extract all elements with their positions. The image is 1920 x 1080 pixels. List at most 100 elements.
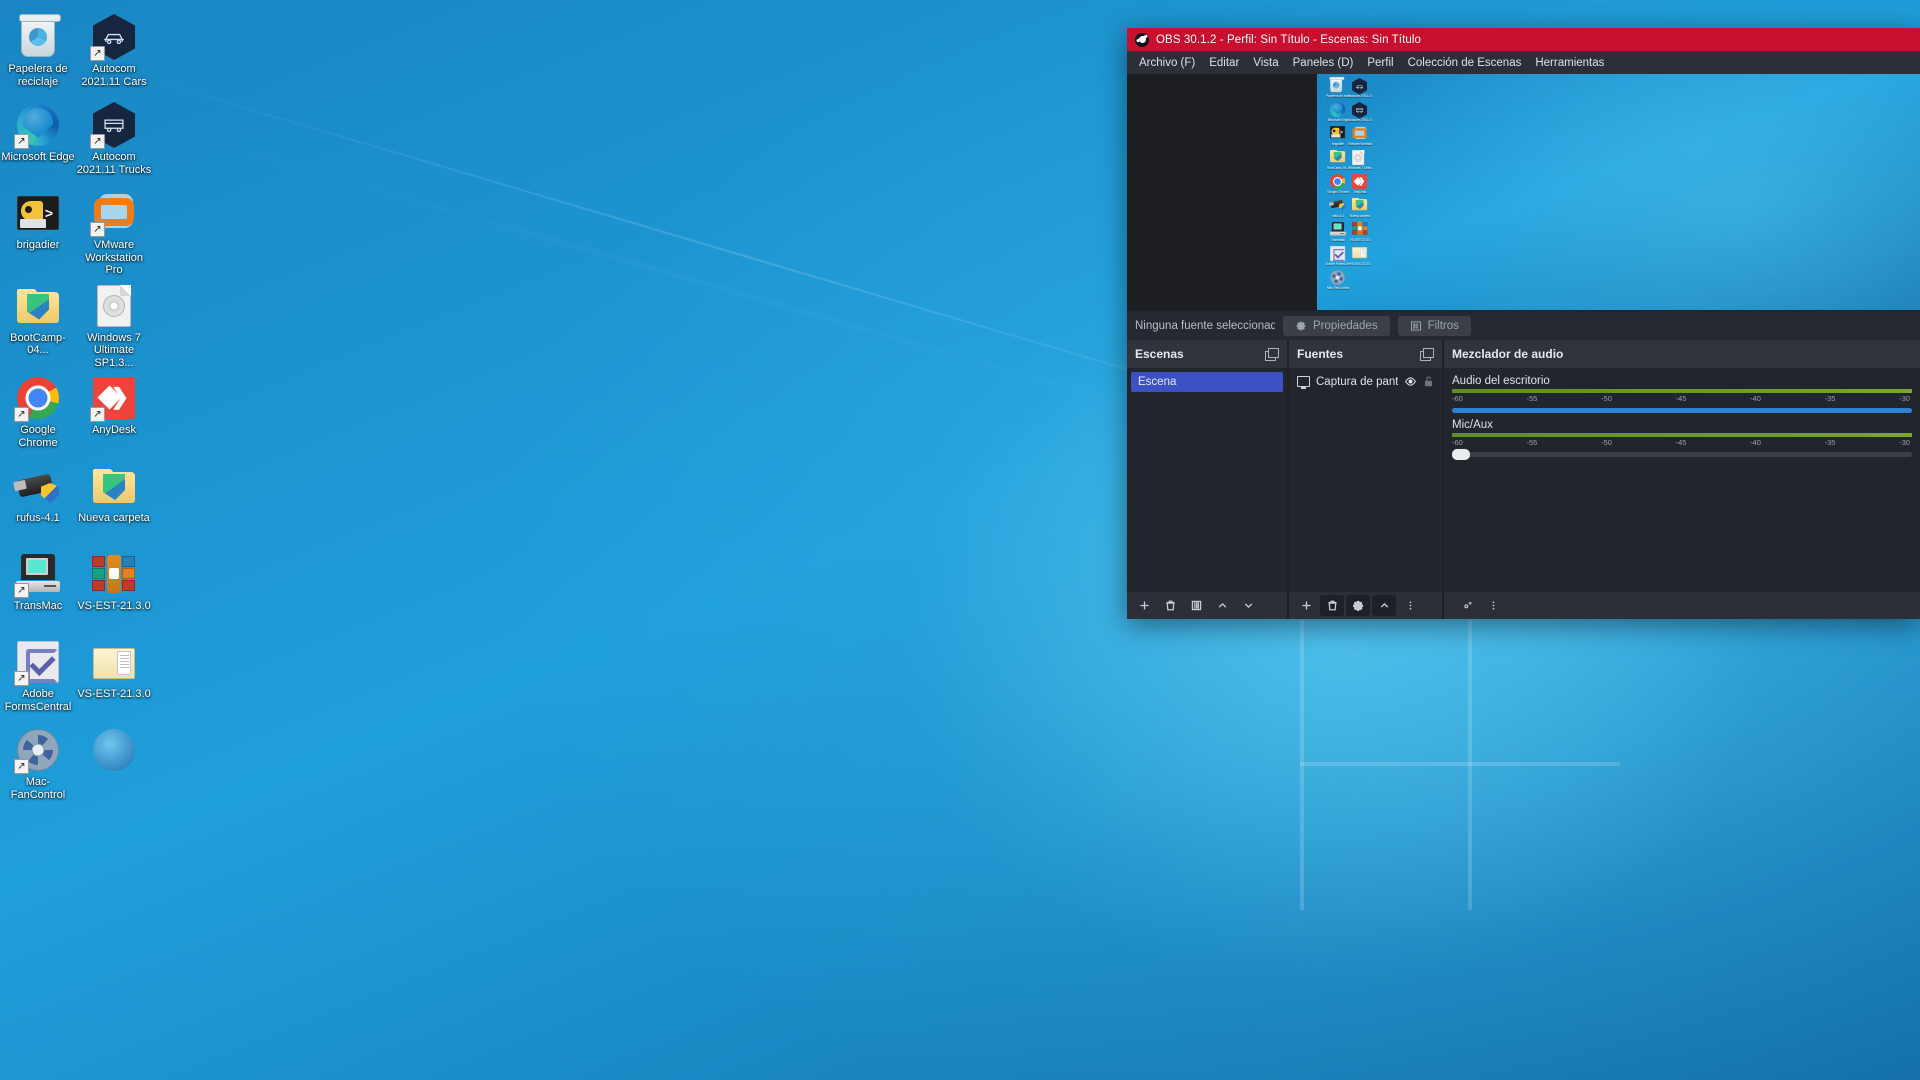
meter-tick-label: -35 [1824,438,1836,447]
menu-item-perfil[interactable]: Perfil [1360,54,1400,72]
desktop-icon[interactable]: VMware Workstation Pro [76,184,152,277]
desktop-icon[interactable]: TransMac [0,545,76,633]
desktop-icon[interactable] [76,721,152,809]
audio-advanced-properties-button[interactable] [1455,595,1479,616]
add-source-button[interactable] [1294,595,1318,616]
properties-button[interactable]: Propiedades [1283,315,1390,336]
properties-button-label: Propiedades [1313,319,1378,332]
desktop-icon[interactable]: Google Chrome [0,369,76,457]
filters-icon [1191,600,1201,611]
desktop-icon[interactable]: Nueva carpeta [76,457,152,545]
desktop-icon[interactable]: Microsoft Edge [0,96,76,184]
undock-icon[interactable] [1265,348,1279,361]
sources-toolbar[interactable] [1289,592,1442,619]
remove-scene-button[interactable] [1158,595,1182,616]
undock-icon[interactable] [1420,348,1434,361]
move-scene-up-button[interactable] [1210,595,1234,616]
preview-desktop-icon: Autocom 2021.11 Trucks [1347,102,1373,122]
scenes-toolbar[interactable] [1127,592,1287,619]
anydesk-icon [90,375,137,422]
sources-list[interactable]: Captura de pantalla [1289,368,1442,592]
window-title: OBS 30.1.2 - Perfil: Sin Título - Escena… [1156,33,1422,46]
move-source-up-button[interactable] [1372,595,1396,616]
no-source-status: Ninguna fuente seleccionada [1135,319,1275,332]
menu-item-herramientas[interactable]: Herramientas [1528,54,1611,72]
scenes-list[interactable]: Escena [1127,368,1287,592]
menu-item-editar[interactable]: Editar [1202,54,1246,72]
volume-slider-fill [1452,408,1912,413]
mixer-track: Mic/Aux -60 -55 -50 -45 -40 -35 -30 [1444,415,1920,460]
scene-filters-button[interactable] [1184,595,1208,616]
obs-titlebar[interactable]: OBS 30.1.2 - Perfil: Sin Título - Escena… [1127,28,1920,51]
desktop-icon-row: Mac-FanControl [0,721,170,809]
desktop-icon-label: VS-EST-21.3.0 [77,688,151,700]
menu-item-colecci-n-de-escenas[interactable]: Colección de Escenas [1401,54,1529,72]
preview-icon-label: VS-EST-21.3.0 [1349,238,1371,242]
desktop-icon[interactable]: > brigadier [0,184,76,277]
desktop-icon[interactable]: Mac-FanControl [0,721,76,809]
desktop-icon[interactable]: rufus-4.1 [0,457,76,545]
volume-slider[interactable] [1452,449,1912,460]
menu-item-vista[interactable]: Vista [1246,54,1285,72]
desktop-icon[interactable]: Adobe FormsCentral [0,633,76,721]
desktop-icon[interactable]: Windows 7 Ultimate SP1.3... [76,277,152,370]
volume-slider-handle[interactable] [1452,449,1471,460]
mixer-track-name: Audio del escritorio [1452,375,1550,387]
desktop-icon-row: Google Chrome AnyDesk [0,369,170,457]
desktop-icon-label: Autocom 2021.11 Trucks [76,151,152,176]
filters-button[interactable]: Filtros [1397,315,1471,336]
preview-icon-label: VMware Workstation Pro [1348,142,1372,146]
meter-tick-label: -30 [1899,438,1910,447]
desktop-icon[interactable]: Autocom 2021.11 Cars [76,8,152,96]
mixer-tracks[interactable]: Audio del escritorio -60 -55 -50 -45 -40 -35 -3… [1444,368,1920,592]
desktop-icon[interactable]: Autocom 2021.11 Trucks [76,96,152,184]
add-scene-button[interactable] [1132,595,1156,616]
desktop-icon-label: brigadier [16,239,60,251]
preview-icon-glyph [1352,78,1368,95]
move-scene-down-button[interactable] [1236,595,1260,616]
shortcut-arrow-icon [14,583,29,598]
desktop-icon[interactable]: AnyDesk [76,369,152,457]
folder-green-icon [91,463,137,509]
lock-open-icon[interactable] [1423,375,1434,388]
remove-source-button[interactable] [1320,595,1344,616]
preview-desktop-icon: Mac-FanControl [1325,270,1351,290]
desktop-icon-label: TransMac [13,600,63,612]
scenes-dock-header: Escenas [1127,340,1287,368]
volume-slider[interactable] [1452,408,1912,413]
desktop-icon-label: Google Chrome [18,424,58,449]
preview-desktop-icon: VMware Workstation Pro [1347,126,1373,146]
scene-list-item[interactable]: Escena [1131,372,1283,392]
chrome-icon [14,375,61,422]
preview-desktop-icon: Windows 7 Ultimate [1347,150,1373,170]
shortcut-arrow-icon [90,134,105,149]
mixer-more-menu-button[interactable] [1481,595,1505,616]
preview-icon-glyph [1330,174,1346,190]
preview-canvas[interactable]: Papelera de reciclajeMicrosoft Edge>brig… [1127,74,1920,310]
preview-desktop-icon: Nueva carpeta [1347,198,1373,218]
desktop-icon[interactable]: Papelera de reciclaje [0,8,76,96]
source-action-toolbar[interactable]: Ninguna fuente seleccionada Propiedades … [1127,310,1920,340]
obs-menubar[interactable]: Archivo (F) Editar Vista Paneles (D) Perfil C… [1127,51,1920,74]
shortcut-arrow-icon [90,46,105,61]
obs-window[interactable]: OBS 30.1.2 - Perfil: Sin Título - Escena… [1127,28,1920,619]
desktop-icon-label: BootCamp-04... [10,331,66,357]
preview-icon-label: AnyDesk [1353,190,1367,194]
mixer-toolbar[interactable] [1444,592,1920,619]
eye-visible-icon[interactable] [1404,375,1417,388]
desktop-icon[interactable]: VS-EST-21.3.0 [76,633,152,721]
source-properties-button[interactable] [1346,595,1370,616]
mixer-dock-header: Mezclador de audio [1444,340,1920,368]
desktop-icon[interactable]: VS-EST-21.3.0 [76,545,152,633]
source-list-item[interactable]: Captura de pantalla [1293,372,1438,391]
preview-icon-glyph [1330,222,1346,238]
preview-icon-label: Nueva carpeta [1349,214,1371,218]
menu-item-paneles-d[interactable]: Paneles (D) [1286,54,1361,72]
desktop-icon-label: rufus-4.1 [16,512,60,524]
filters-button-label: Filtros [1427,319,1459,332]
source-more-menu-button[interactable] [1398,595,1422,616]
scenes-dock-title: Escenas [1135,347,1184,361]
desktop-icon[interactable]: BootCamp-04... [0,277,76,370]
preview-desktop-icon: VS-EST-21.3.0 [1347,246,1373,266]
menu-item-archivo-f[interactable]: Archivo (F) [1132,54,1202,72]
